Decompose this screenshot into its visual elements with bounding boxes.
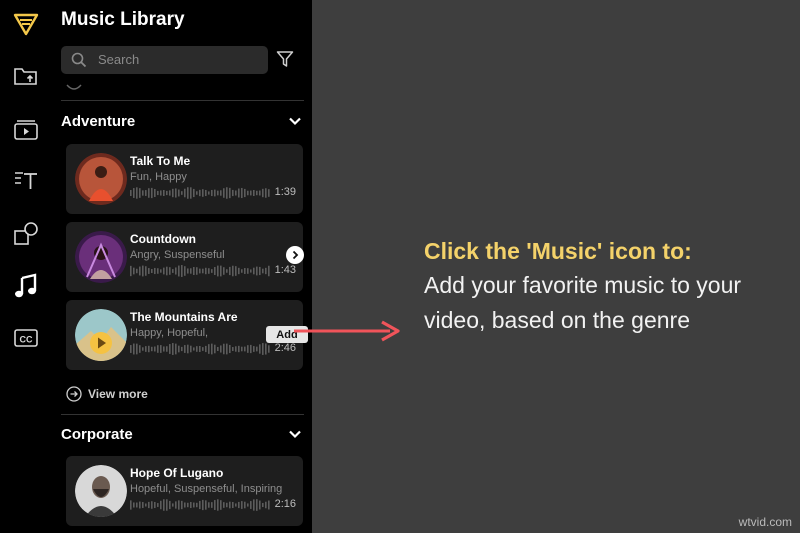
shapes-icon[interactable] bbox=[10, 218, 42, 250]
track-duration: 2:46 bbox=[274, 342, 296, 354]
track-artwork bbox=[75, 309, 127, 361]
track-duration: 1:39 bbox=[274, 186, 296, 198]
scroll-hint-icon bbox=[66, 84, 82, 90]
chevron-down-icon[interactable] bbox=[288, 427, 302, 446]
track-duration: 2:16 bbox=[274, 498, 296, 510]
music-library-panel: Music Library Search Adventure Talk To M… bbox=[52, 0, 312, 533]
arrow-right-circle-icon bbox=[66, 386, 82, 402]
view-more-label: View more bbox=[88, 387, 148, 401]
divider bbox=[61, 414, 304, 415]
search-input[interactable]: Search bbox=[61, 46, 268, 74]
waveform bbox=[130, 499, 270, 511]
chevron-right-icon[interactable] bbox=[286, 246, 304, 264]
track-title: Talk To Me bbox=[130, 154, 191, 168]
track-tags: Happy, Hopeful, bbox=[130, 327, 209, 339]
track-artwork bbox=[75, 153, 127, 205]
callout-body: Add your favorite music to your video, b… bbox=[424, 272, 742, 333]
track-title: Hope Of Lugano bbox=[130, 466, 224, 480]
divider bbox=[61, 100, 304, 101]
panel-title: Music Library bbox=[61, 9, 185, 30]
watermark: wtvid.com bbox=[738, 515, 792, 529]
chevron-down-icon[interactable] bbox=[288, 114, 302, 133]
closed-captions-icon[interactable]: CC bbox=[10, 322, 42, 354]
track-card[interactable]: Hope Of Lugano Hopeful, Suspenseful, Ins… bbox=[66, 456, 303, 526]
section-label-corporate: Corporate bbox=[61, 426, 133, 443]
text-icon[interactable] bbox=[10, 164, 42, 196]
waveform bbox=[130, 187, 270, 199]
search-icon bbox=[71, 52, 87, 73]
view-more-link[interactable]: View more bbox=[66, 386, 148, 402]
track-artwork bbox=[75, 465, 127, 517]
track-card[interactable]: Countdown Angry, Suspenseful 1:43 bbox=[66, 222, 303, 292]
track-title: The Mountains Are bbox=[130, 310, 238, 324]
upload-folder-icon[interactable] bbox=[10, 60, 42, 92]
logo-icon[interactable] bbox=[10, 8, 42, 40]
track-tags: Hopeful, Suspenseful, Inspiring bbox=[130, 483, 283, 495]
section-label-adventure: Adventure bbox=[61, 113, 136, 130]
search-placeholder: Search bbox=[98, 52, 140, 67]
track-duration: 1:43 bbox=[274, 264, 296, 276]
track-title: Countdown bbox=[130, 232, 196, 246]
track-card[interactable]: The Mountains Are Happy, Hopeful, 2:46 A… bbox=[66, 300, 308, 370]
track-card[interactable]: Talk To Me Fun, Happy 1:39 bbox=[66, 144, 303, 214]
tool-sidebar: CC bbox=[0, 0, 52, 533]
track-tags: Angry, Suspenseful bbox=[130, 249, 225, 261]
callout-heading: Click the 'Music' icon to: bbox=[424, 238, 692, 264]
track-tags: Fun, Happy bbox=[130, 171, 187, 183]
waveform bbox=[130, 265, 270, 277]
track-artwork bbox=[75, 231, 127, 283]
waveform bbox=[130, 343, 270, 355]
pointer-arrow bbox=[294, 320, 400, 342]
filter-icon[interactable] bbox=[276, 50, 294, 73]
instruction-callout: Click the 'Music' icon to: Add your favo… bbox=[424, 234, 774, 338]
media-icon[interactable] bbox=[10, 114, 42, 146]
music-icon[interactable] bbox=[10, 270, 42, 302]
svg-text:CC: CC bbox=[20, 335, 33, 345]
